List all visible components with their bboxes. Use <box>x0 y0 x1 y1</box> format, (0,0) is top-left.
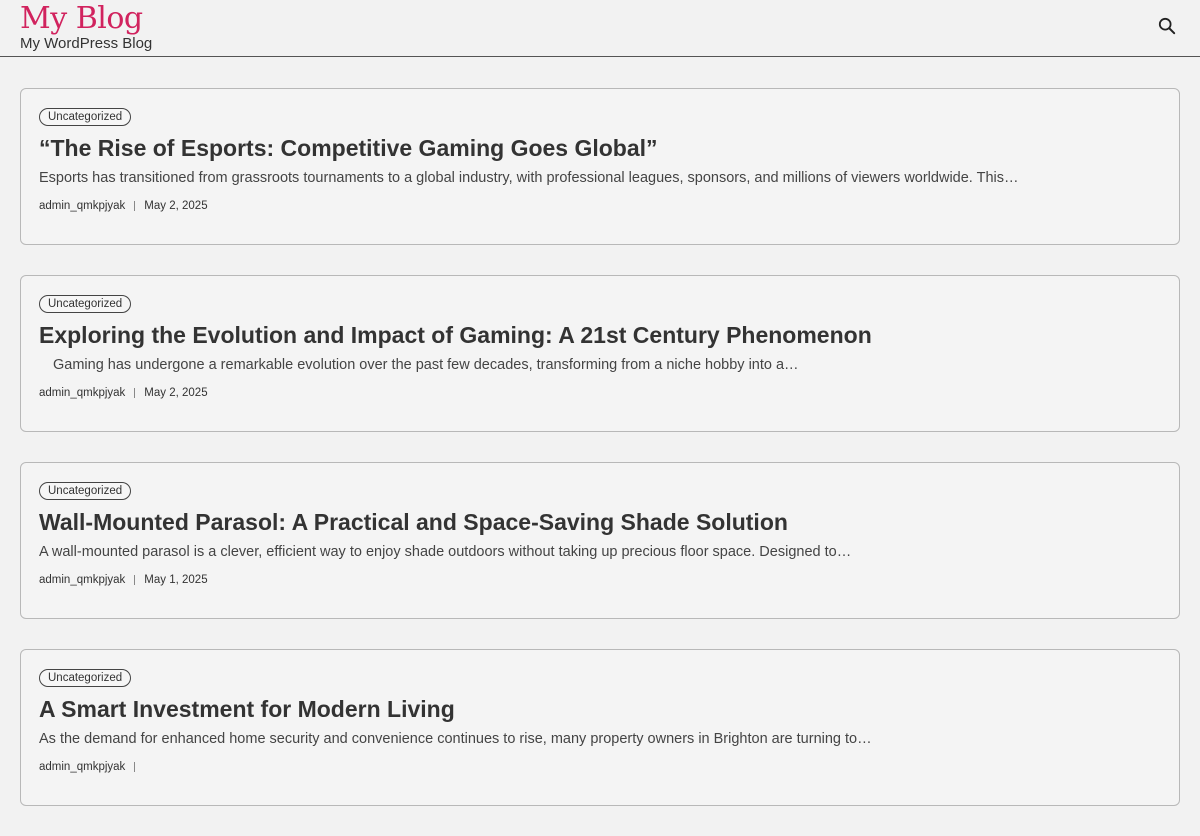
post-meta: admin_qmkpjyak May 2, 2025 <box>39 387 1161 399</box>
post-card: Uncategorized A Smart Investment for Mod… <box>20 649 1180 806</box>
search-button[interactable] <box>1158 17 1180 39</box>
post-author[interactable]: admin_qmkpjyak <box>39 200 125 212</box>
category-badge[interactable]: Uncategorized <box>39 669 132 687</box>
meta-divider <box>134 575 136 585</box>
category-badge[interactable]: Uncategorized <box>39 108 132 126</box>
category-badge[interactable]: Uncategorized <box>39 482 132 500</box>
meta-divider <box>134 388 136 398</box>
post-date: May 2, 2025 <box>144 387 208 399</box>
post-title[interactable]: A Smart Investment for Modern Living <box>39 692 1161 726</box>
post-title[interactable]: “The Rise of Esports: Competitive Gaming… <box>39 131 1161 165</box>
site-tagline: My WordPress Blog <box>20 35 153 52</box>
category-badge[interactable]: Uncategorized <box>39 295 132 313</box>
post-date: May 1, 2025 <box>144 574 208 586</box>
post-author[interactable]: admin_qmkpjyak <box>39 761 125 773</box>
post-author[interactable]: admin_qmkpjyak <box>39 387 125 399</box>
post-meta: admin_qmkpjyak May 1, 2025 <box>39 574 1161 586</box>
post-author[interactable]: admin_qmkpjyak <box>39 574 125 586</box>
post-title[interactable]: Wall-Mounted Parasol: A Practical and Sp… <box>39 505 1161 539</box>
site-title-link[interactable]: My Blog <box>20 0 143 38</box>
post-card: Uncategorized Exploring the Evolution an… <box>20 275 1180 432</box>
post-feed: Uncategorized “The Rise of Esports: Comp… <box>20 88 1180 836</box>
post-excerpt: As the demand for enhanced home security… <box>39 731 872 747</box>
post-excerpt: A wall-mounted parasol is a clever, effi… <box>39 544 852 560</box>
post-title[interactable]: Exploring the Evolution and Impact of Ga… <box>39 318 1161 352</box>
meta-divider <box>134 201 136 211</box>
post-date: May 2, 2025 <box>144 200 208 212</box>
post-meta: admin_qmkpjyak <box>39 761 1161 773</box>
meta-divider <box>134 762 136 772</box>
post-excerpt: Esports has transitioned from grassroots… <box>39 170 1019 186</box>
post-card: Uncategorized “The Rise of Esports: Comp… <box>20 88 1180 245</box>
post-meta: admin_qmkpjyak May 2, 2025 <box>39 200 1161 212</box>
site-header: My Blog My WordPress Blog <box>0 0 1200 57</box>
post-excerpt: Gaming has undergone a remarkable evolut… <box>53 357 799 373</box>
search-icon <box>1158 17 1176 35</box>
post-card: Uncategorized Wall-Mounted Parasol: A Pr… <box>20 462 1180 619</box>
